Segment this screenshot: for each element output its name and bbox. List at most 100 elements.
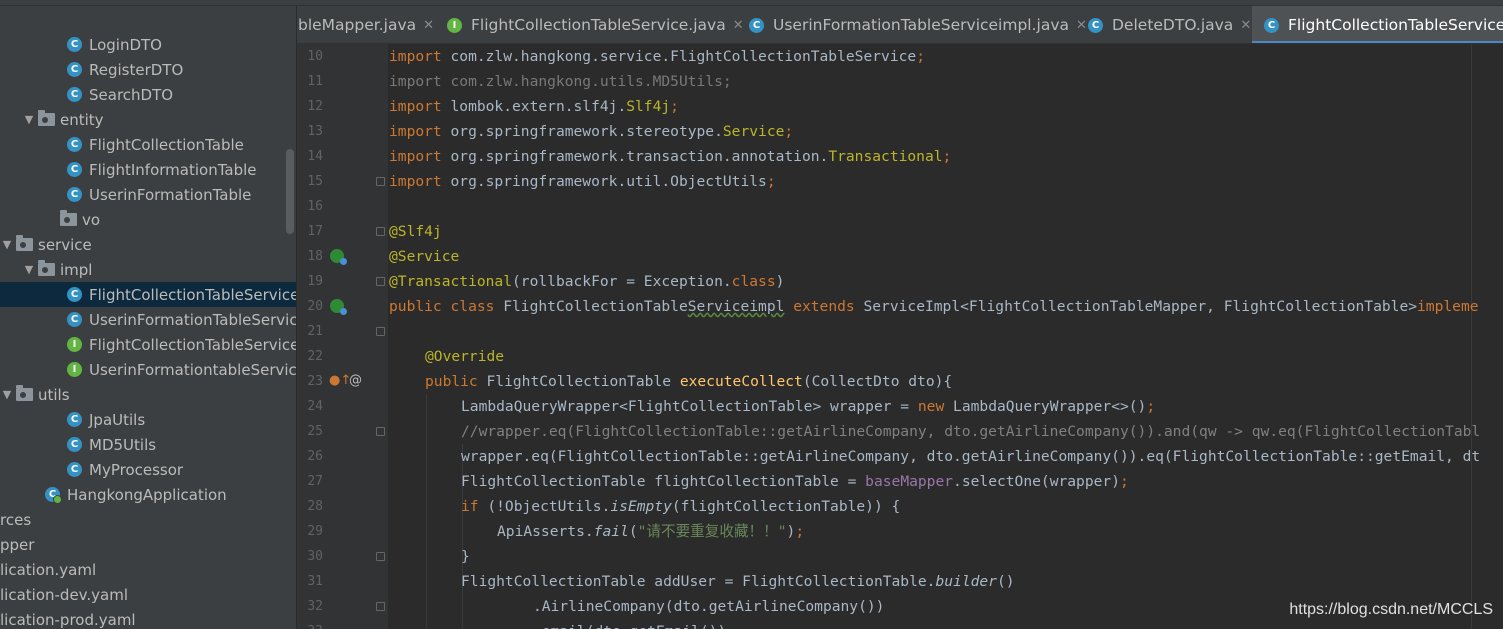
tree-item-userinformationtableservice[interactable]: I UserinFormationtableService bbox=[0, 357, 297, 382]
fold-icon[interactable] bbox=[376, 327, 385, 336]
code-line-20: public class FlightCollectionTableServic… bbox=[389, 298, 1479, 315]
tree-item-label: FlightInformationTable bbox=[89, 160, 257, 179]
fold-icon[interactable] bbox=[376, 602, 385, 611]
class-icon: C bbox=[749, 17, 764, 33]
line-number: 11 bbox=[307, 74, 323, 89]
fold-icon[interactable] bbox=[376, 177, 385, 186]
close-icon[interactable]: ✕ bbox=[733, 18, 744, 33]
interface-icon: I bbox=[67, 362, 82, 377]
tab-label: bleMapper.java bbox=[298, 16, 417, 34]
tree-item-label: lication.yaml bbox=[0, 560, 97, 579]
expand-arrow-icon[interactable]: ▼ bbox=[23, 263, 35, 276]
code-line-32: .AirlineCompany(dto.getAirlineCompany()) bbox=[533, 598, 885, 615]
fold-icon[interactable] bbox=[376, 427, 385, 436]
class-icon: C bbox=[67, 37, 82, 52]
tree-item-entity[interactable]: ▼ entity bbox=[0, 107, 296, 132]
code-editor[interactable]: import com.zlw.hangkong.service.FlightCo… bbox=[388, 44, 1503, 629]
tree-item-jpautils[interactable]: C JpaUtils bbox=[0, 407, 296, 432]
class-icon: C bbox=[67, 62, 82, 77]
package-folder-icon bbox=[16, 385, 33, 401]
tree-item-vo[interactable]: vo bbox=[0, 207, 296, 232]
tab-label: FlightCollectionTableServiceimpl.java bbox=[1288, 16, 1503, 34]
close-icon[interactable]: ✕ bbox=[1240, 18, 1251, 33]
line-number: 30 bbox=[307, 549, 323, 564]
expand-arrow-icon[interactable]: ▼ bbox=[1, 388, 13, 401]
tab-blemapper[interactable]: bleMapper.java ✕ bbox=[298, 6, 434, 43]
tree-item-registerdto[interactable]: C RegisterDTO bbox=[0, 57, 296, 82]
code-line-27: FlightCollectionTable flightCollectionTa… bbox=[461, 473, 1129, 490]
tree-item-label: pper bbox=[0, 535, 35, 554]
tree-item-utils[interactable]: ▼ utils bbox=[0, 382, 296, 407]
package-folder-icon bbox=[38, 110, 55, 126]
line-number: 20 bbox=[307, 299, 323, 314]
class-icon: C bbox=[67, 162, 82, 177]
tree-item-flightcollectiontable[interactable]: C FlightCollectionTable bbox=[0, 132, 296, 157]
tree-item-hangkongapplication[interactable]: C HangkongApplication bbox=[0, 482, 296, 507]
tab-flightcollectiontableservice[interactable]: I FlightCollectionTableService.java ✕ bbox=[447, 6, 744, 43]
expand-arrow-icon[interactable]: ▼ bbox=[23, 113, 35, 126]
spring-bean-icon[interactable] bbox=[330, 299, 347, 315]
at-icon[interactable]: @ bbox=[349, 373, 362, 388]
fold-icon[interactable] bbox=[376, 277, 385, 286]
tree-item-label: lication-dev.yaml bbox=[0, 585, 128, 604]
spring-bean-icon[interactable] bbox=[330, 249, 347, 265]
tree-item-pper[interactable]: pper bbox=[0, 532, 296, 557]
editor-tab-bar: ⊕ ⇕ ⚙ — bleMapper.java✕ IFlightCollectio… bbox=[297, 6, 1503, 44]
code-line-17: @Slf4j bbox=[389, 223, 442, 240]
project-tree-panel[interactable]: C LoginDTO C RegisterDTO C SearchDTO ▼ entity C F… bbox=[0, 6, 297, 629]
package-folder-icon bbox=[38, 260, 55, 276]
app-icon: C bbox=[45, 487, 62, 504]
line-number: 16 bbox=[307, 199, 323, 214]
tree-item-flightcollectiontableserviceimpl[interactable]: C FlightCollectionTableServiceimpl bbox=[0, 282, 296, 307]
class-icon: C bbox=[67, 137, 82, 152]
tree-item-impl[interactable]: ▼ impl bbox=[0, 257, 296, 282]
tree-item-userinformationtable[interactable]: C UserinFormationTable bbox=[0, 182, 296, 207]
line-number: 33 bbox=[297, 619, 323, 629]
tree-item-flightcollectiontableservice[interactable]: I FlightCollectionTableService bbox=[0, 332, 296, 357]
tree-item-lication-yaml[interactable]: lication.yaml bbox=[0, 557, 296, 582]
class-icon: C bbox=[67, 437, 82, 452]
line-number: 27 bbox=[307, 474, 323, 489]
tree-item-searchdto[interactable]: C SearchDTO bbox=[0, 82, 296, 107]
tab-userinformationtableserviceimpl[interactable]: C UserinFormationTableServiceimpl.java ✕ bbox=[749, 6, 1087, 43]
package-folder-icon bbox=[60, 210, 77, 226]
tree-item-label: UserinFormationtableService bbox=[89, 360, 297, 379]
tree-item-label: RegisterDTO bbox=[89, 60, 184, 79]
code-line-14: import org.springframework.transaction.a… bbox=[389, 148, 952, 165]
tab-label: FlightCollectionTableService.java bbox=[471, 16, 726, 34]
close-icon[interactable]: ✕ bbox=[1076, 18, 1087, 33]
class-icon: C bbox=[1088, 17, 1103, 33]
class-icon: C bbox=[67, 187, 82, 202]
tab-flightcollectiontableserviceimpl[interactable]: C FlightCollectionTableServiceimpl.java bbox=[1252, 6, 1503, 43]
tree-item-label: MD5Utils bbox=[89, 435, 157, 454]
class-icon: C bbox=[67, 412, 82, 427]
fold-icon[interactable] bbox=[376, 227, 385, 236]
editor-gutter[interactable]: 10 11 12 13 14 15 16 17 18 19 20 21 22 23 24 25 26 27 28 29… bbox=[297, 44, 388, 629]
close-icon[interactable]: ✕ bbox=[423, 18, 434, 33]
override-up-icon[interactable]: ●↑ bbox=[329, 373, 351, 388]
tree-item-lication-dev-yaml[interactable]: lication-dev.yaml bbox=[0, 582, 296, 607]
code-line-10: import com.zlw.hangkong.service.FlightCo… bbox=[389, 48, 925, 65]
tree-item-rces[interactable]: rces bbox=[0, 507, 296, 532]
code-line-28: if (!ObjectUtils.isEmpty(flightCollectio… bbox=[461, 498, 901, 515]
tree-item-label: LoginDTO bbox=[89, 35, 162, 54]
tab-label: DeleteDTO.java bbox=[1112, 16, 1234, 34]
tree-item-userinformationtableserviceimpl[interactable]: C UserinFormationTableServiceimpl bbox=[0, 307, 296, 332]
tree-item-md5utils[interactable]: C MD5Utils bbox=[0, 432, 296, 457]
fold-icon[interactable] bbox=[376, 552, 385, 561]
tree-item-flightinformationtable[interactable]: C FlightInformationTable bbox=[0, 157, 296, 182]
tree-item-lication-prod-yaml[interactable]: lication-prod.yaml bbox=[0, 607, 296, 629]
package-folder-icon bbox=[16, 235, 33, 251]
tree-item-label: UserinFormationTable bbox=[89, 185, 252, 204]
tree-scrollbar[interactable] bbox=[286, 149, 294, 234]
interface-icon: I bbox=[447, 17, 462, 33]
expand-arrow-icon[interactable]: ▼ bbox=[1, 238, 13, 251]
code-line-15: import org.springframework.util.ObjectUt… bbox=[389, 173, 776, 190]
code-line-11: import com.zlw.hangkong.utils.MD5Utils; bbox=[389, 73, 732, 90]
tree-item-service[interactable]: ▼ service bbox=[0, 232, 296, 257]
code-line-13: import org.springframework.stereotype.Se… bbox=[389, 123, 794, 140]
tree-item-myprocessor[interactable]: C MyProcessor bbox=[0, 457, 296, 482]
tree-item-logindto[interactable]: C LoginDTO bbox=[0, 32, 296, 57]
code-line-31: FlightCollectionTable addUser = FlightCo… bbox=[461, 573, 1015, 590]
tab-deletedto[interactable]: C DeleteDTO.java ✕ bbox=[1088, 6, 1251, 43]
